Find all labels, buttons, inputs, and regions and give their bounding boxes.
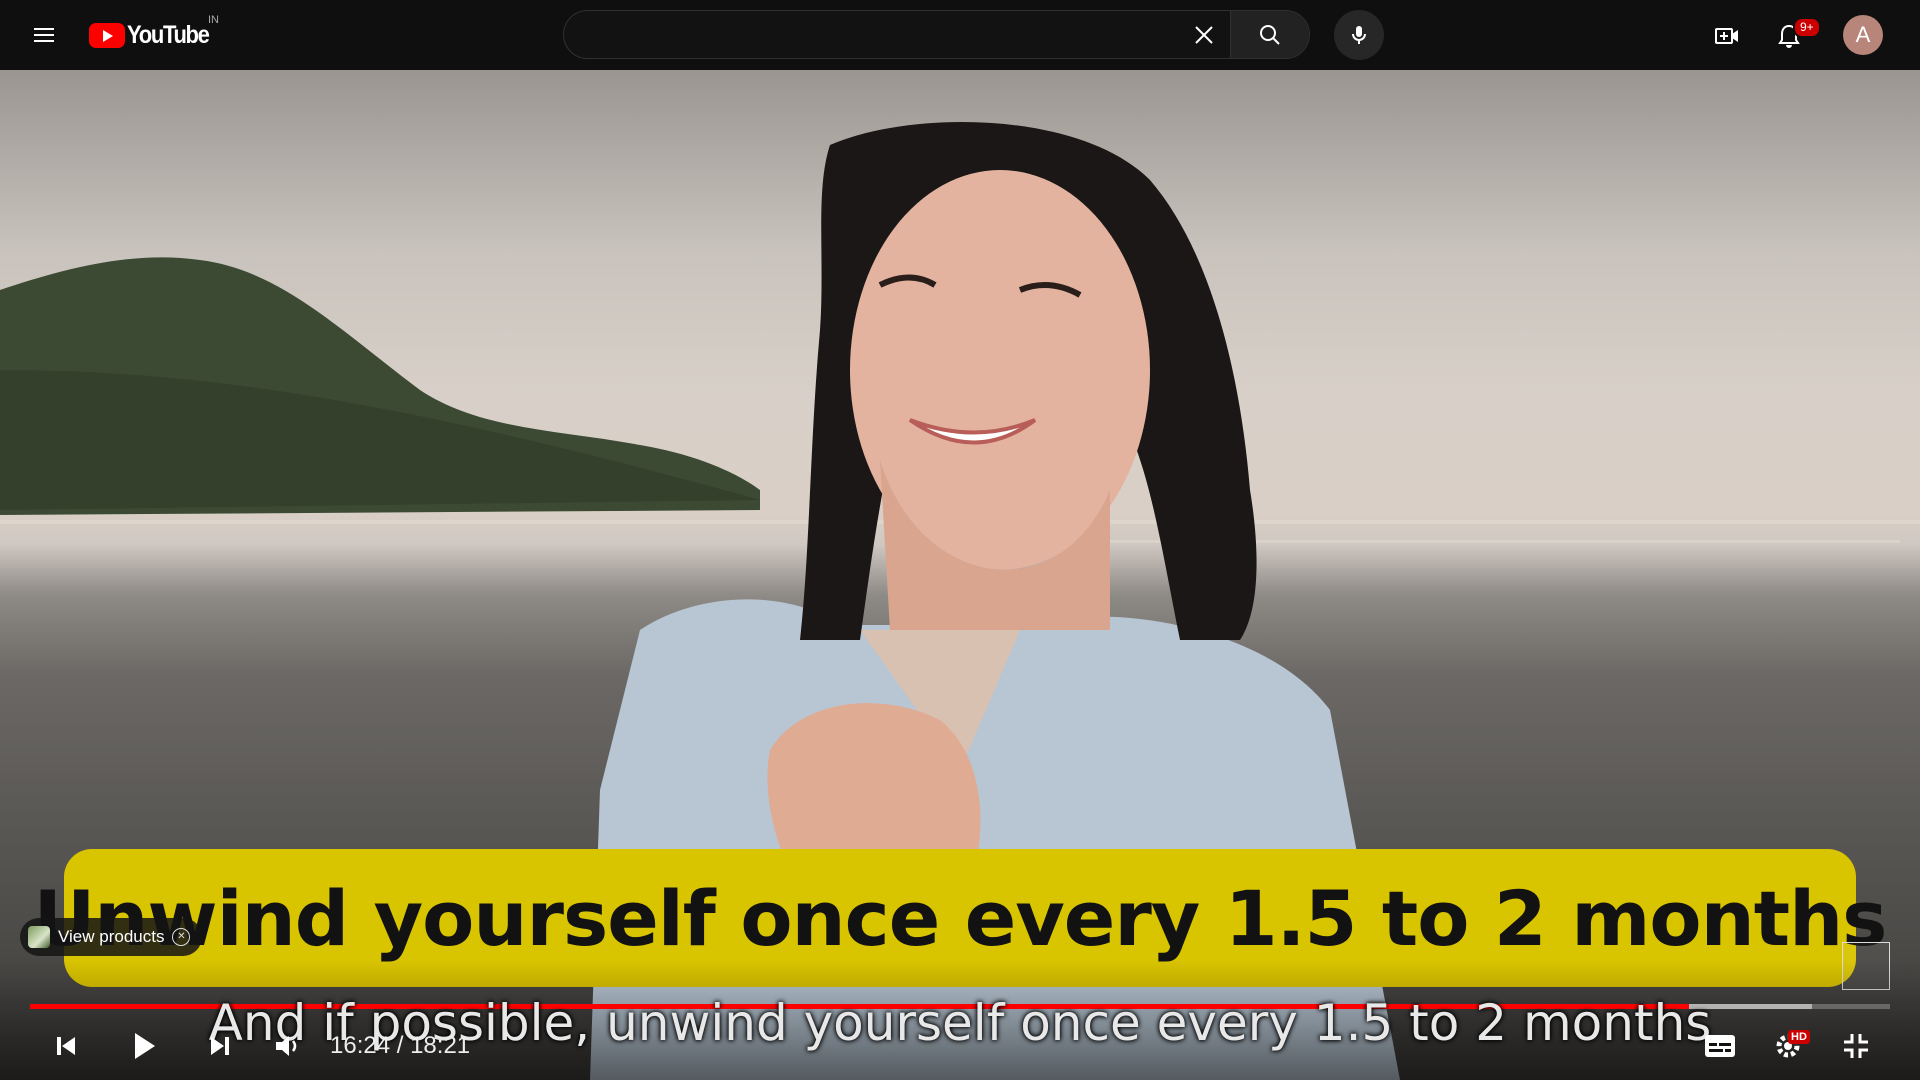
view-products-label: View products — [58, 927, 165, 946]
subtitles-icon — [1705, 1035, 1735, 1057]
masthead: YouTube IN 9+ A — [0, 0, 1920, 70]
search-icon — [1260, 24, 1280, 45]
youtube-logo[interactable]: YouTube IN — [89, 14, 220, 50]
next-icon — [211, 1037, 229, 1055]
create-icon — [1715, 28, 1738, 44]
clear-search-button[interactable] — [1178, 11, 1230, 58]
mute-button[interactable] — [266, 1024, 310, 1068]
region-code: IN — [208, 14, 219, 26]
menu-button[interactable] — [24, 15, 64, 55]
menu-icon — [34, 28, 54, 42]
view-products-chip[interactable]: View products ✕ — [20, 918, 203, 956]
duration: 18:21 — [410, 1032, 471, 1059]
product-thumbnail — [28, 926, 50, 948]
time-separator: / — [390, 1032, 411, 1059]
time-display: 16:24 / 18:21 — [330, 1032, 470, 1060]
avatar[interactable]: A — [1843, 15, 1883, 55]
exit-fullscreen-icon — [1844, 1034, 1868, 1058]
search-button[interactable] — [1230, 11, 1309, 58]
search-input[interactable] — [564, 11, 1178, 58]
subtitles-button[interactable] — [1698, 1024, 1742, 1068]
mic-icon — [1352, 26, 1366, 44]
logo-wordmark: YouTube — [127, 20, 210, 49]
play-icon — [135, 1033, 155, 1059]
avatar-letter: A — [1855, 22, 1871, 47]
close-icon — [1195, 25, 1213, 44]
caption-banner-text: Unwind yourself once every 1.5 to 2 mont… — [33, 873, 1888, 963]
previous-icon — [57, 1037, 75, 1055]
youtube-logo-icon — [89, 22, 125, 48]
video-player[interactable]: Unwind yourself once every 1.5 to 2 mont… — [0, 70, 1920, 1080]
hd-badge: HD — [1788, 1030, 1810, 1044]
exit-fullscreen-button[interactable] — [1834, 1024, 1878, 1068]
search-box — [563, 10, 1310, 59]
play-button[interactable] — [122, 1024, 166, 1068]
previous-button[interactable] — [44, 1024, 88, 1068]
create-button[interactable] — [1706, 15, 1748, 57]
voice-search-button[interactable] — [1334, 10, 1384, 60]
volume-icon — [276, 1036, 297, 1056]
next-button[interactable] — [198, 1024, 242, 1068]
notification-count-badge: 9+ — [1793, 17, 1821, 38]
current-time: 16:24 — [330, 1032, 391, 1059]
close-icon[interactable]: ✕ — [172, 928, 191, 946]
